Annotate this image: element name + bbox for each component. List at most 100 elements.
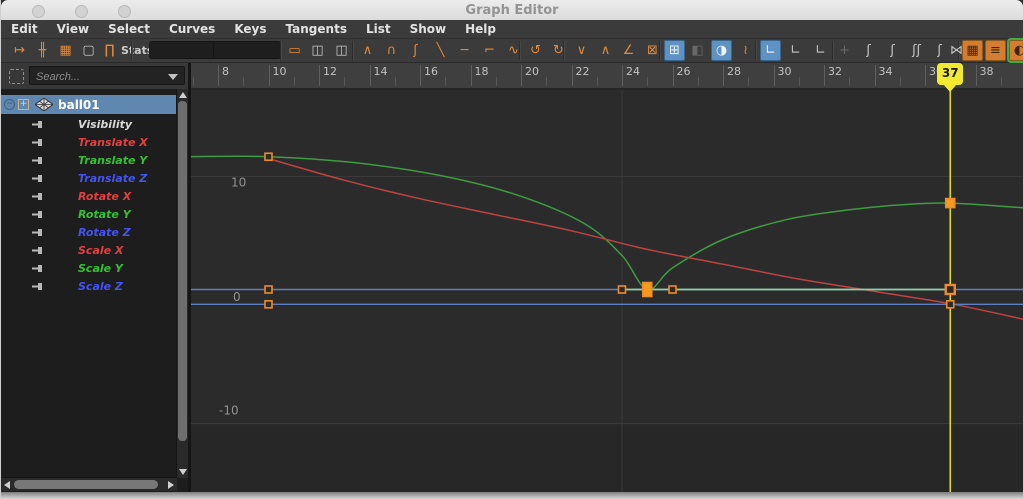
mute-channel-icon[interactable] [31, 156, 44, 165]
break-tangents-icon[interactable]: ∨ [571, 40, 592, 61]
lock-tangent-weight-icon[interactable]: ⊠ [642, 40, 663, 61]
channel-row-translate-y[interactable]: Translate Y [1, 151, 177, 169]
channel-row-scale-x[interactable]: Scale X [1, 241, 177, 259]
spreadsheet-icon[interactable]: ▦ [962, 40, 983, 61]
scroll-left-icon[interactable] [4, 481, 10, 489]
center-current-time-icon[interactable]: ◫ [331, 40, 352, 61]
step-tangents-icon[interactable]: ⌐ [479, 40, 500, 61]
outliner-vertical-scrollbar[interactable] [176, 89, 188, 478]
channel-row-rotate-y[interactable]: Rotate Y [1, 205, 177, 223]
channel-row-translate-x[interactable]: Translate X [1, 133, 177, 151]
search-input[interactable] [34, 68, 158, 85]
mute-channel-icon[interactable] [31, 264, 44, 273]
dope-sheet-icon[interactable]: ≡ [985, 40, 1006, 61]
curve-graph-area[interactable]: 10 0 -10 [191, 90, 1023, 492]
keyframe-f26[interactable] [668, 285, 677, 294]
keyframe-f10[interactable] [264, 285, 273, 294]
menu-tangents[interactable]: Tangents [286, 22, 347, 36]
channel-row-visibility[interactable]: Visibility [1, 115, 177, 133]
time-snap-off-icon[interactable]: ◧ [687, 40, 708, 61]
menu-list[interactable]: List [366, 22, 391, 36]
frame-all-icon[interactable]: ▭ [284, 40, 305, 61]
buffer-curve-snapshot-icon[interactable]: ↺ [525, 40, 546, 61]
retime-tool-icon[interactable]: ∏ [99, 40, 120, 61]
title-bar[interactable]: Graph Editor [1, 0, 1023, 20]
menu-curves[interactable]: Curves [169, 22, 215, 36]
vertical-scroll-thumb[interactable] [178, 101, 187, 441]
horizontal-scroll-thumb[interactable] [14, 480, 158, 489]
outliner-horizontal-scrollbar[interactable] [1, 477, 177, 491]
linear-tangents-icon[interactable]: ╲ [430, 40, 451, 61]
menu-select[interactable]: Select [108, 22, 150, 36]
channel-row-scale-z[interactable]: Scale Z [1, 277, 177, 295]
mute-channel-icon[interactable] [31, 120, 44, 129]
ghost-curves-icon[interactable]: + [834, 40, 855, 61]
auto-tangent-toggle-icon[interactable]: ⊞ [664, 40, 685, 61]
menu-view[interactable]: View [57, 22, 89, 36]
keyframe-f24[interactable] [617, 285, 627, 294]
expand-icon[interactable]: + [18, 99, 29, 110]
lattice-deform-keys-icon[interactable]: ▦ [55, 40, 76, 61]
collapse-icon[interactable]: − [4, 99, 15, 110]
toolbar-separator [131, 41, 132, 60]
keyframe-f10[interactable] [264, 300, 273, 309]
insert-keys-icon[interactable]: ╫ [32, 40, 53, 61]
move-nearest-picked-key-icon[interactable]: ↦ [9, 40, 30, 61]
channel-row-rotate-z[interactable]: Rotate Z [1, 223, 177, 241]
mute-channel-icon[interactable] [31, 246, 44, 255]
mute-channel-icon[interactable] [31, 228, 44, 237]
keyframe-f10[interactable] [264, 152, 273, 162]
mute-channel-icon[interactable] [31, 210, 44, 219]
post-infinity-cycle-icon[interactable]: ʃʃ [906, 40, 927, 61]
scroll-right-icon[interactable] [168, 481, 174, 489]
flat-tangents-icon[interactable]: ─ [454, 40, 475, 61]
mute-channel-icon[interactable] [31, 282, 44, 291]
auto-tangents-icon[interactable]: ʃ [405, 40, 426, 61]
scroll-down-icon[interactable] [179, 469, 187, 475]
stacked-view-icon[interactable]: ∟ [785, 40, 806, 61]
menu-show[interactable]: Show [410, 22, 447, 36]
region-select-keys-icon[interactable]: ▢ [78, 40, 99, 61]
menu-keys[interactable]: Keys [234, 22, 266, 36]
keyframe-f37[interactable] [945, 300, 955, 309]
menu-edit[interactable]: Edit [11, 22, 38, 36]
free-tangent-weight-icon[interactable]: ∠ [618, 40, 639, 61]
time-ruler[interactable]: 8 10 12 14 16 18 20 22 24 26 28 30 32 34 36 38 37 [191, 63, 1023, 92]
normalized-view-icon[interactable]: ∟ [810, 40, 831, 61]
stats-value-field[interactable] [213, 41, 281, 59]
chevron-down-icon[interactable] [168, 74, 178, 80]
plateau-tangents-icon[interactable]: ∿ [503, 40, 524, 61]
time-editor-icon[interactable]: ◐ [1009, 40, 1023, 61]
frame-playback-range-icon[interactable]: ◫ [307, 40, 328, 61]
outliner-node-ball01[interactable]: − + ball01 [1, 95, 177, 114]
swap-buffer-curve-icon[interactable]: ↻ [548, 40, 569, 61]
keyframe-f37[interactable] [944, 283, 956, 296]
channel-row-rotate-x[interactable]: Rotate X [1, 187, 177, 205]
channel-row-translate-z[interactable]: Translate Z [1, 169, 177, 187]
spline-tangents-icon[interactable]: ∧ [357, 40, 378, 61]
toolbar-separator [832, 41, 833, 60]
menu-help[interactable]: Help [465, 22, 496, 36]
menu-bar: Edit View Select Curves Keys Tangents List Show… [1, 20, 1023, 38]
value-snap-icon[interactable]: ≀ [735, 40, 756, 61]
scroll-up-icon[interactable] [179, 92, 187, 98]
animation-curves-canvas[interactable]: 10 0 -10 [191, 90, 1023, 492]
keyframe-f25[interactable] [641, 281, 653, 298]
pre-infinity-cycle-icon[interactable]: ʃ [858, 40, 879, 61]
mute-channel-icon[interactable] [31, 138, 44, 147]
time-snap-icon[interactable]: ◑ [711, 40, 732, 61]
current-frame-marker[interactable]: 37 [937, 63, 964, 92]
stats-time-field[interactable] [149, 41, 217, 59]
pre-infinity-cycle-offset-icon[interactable]: ʃ [882, 40, 903, 61]
clamped-tangents-icon[interactable]: ∩ [381, 40, 402, 61]
absolute-view-icon[interactable]: ∟ [760, 40, 781, 61]
toolbar-separator [280, 41, 281, 60]
keyframe-f37[interactable] [944, 197, 956, 209]
mute-channel-icon[interactable] [31, 174, 44, 183]
unify-tangents-icon[interactable]: ∧ [595, 40, 616, 61]
window-title: Graph Editor [465, 3, 559, 18]
mute-channel-icon[interactable] [31, 192, 44, 201]
filter-icon[interactable] [9, 69, 24, 84]
channel-row-scale-y[interactable]: Scale Y [1, 259, 177, 277]
channel-label: Translate X [78, 135, 148, 149]
